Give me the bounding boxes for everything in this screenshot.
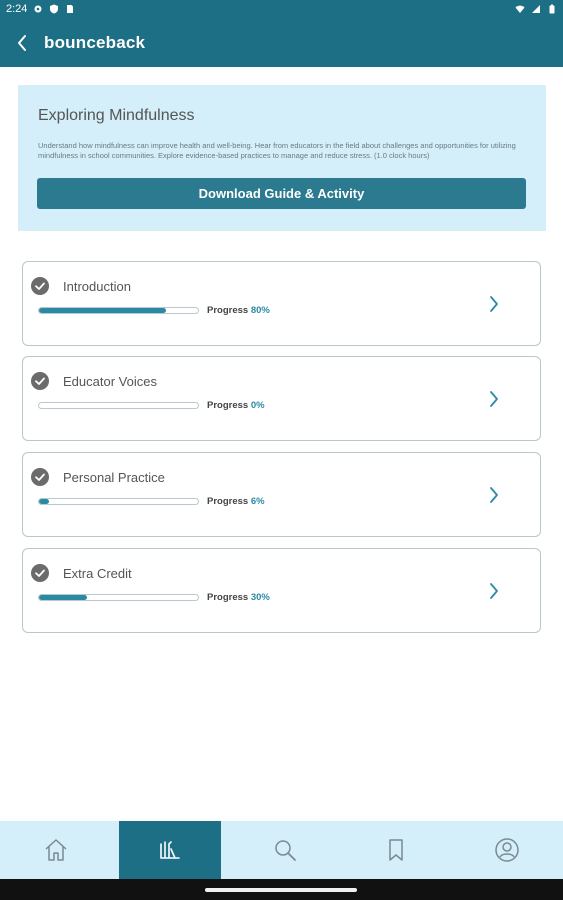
sim-card-icon bbox=[67, 5, 74, 13]
chevron-right-icon bbox=[490, 583, 498, 599]
chevron-right-icon bbox=[490, 296, 498, 312]
bookmark-icon bbox=[389, 839, 403, 861]
check-circle-icon bbox=[31, 564, 49, 582]
settings-icon bbox=[34, 5, 42, 13]
brand-logo: bounceback bbox=[44, 32, 146, 52]
home-gesture-handle[interactable] bbox=[205, 888, 357, 892]
home-icon bbox=[45, 839, 67, 861]
check-circle-icon bbox=[31, 468, 49, 486]
module-card-introduction[interactable]: Introduction Progress 80% bbox=[22, 261, 541, 346]
nav-profile[interactable] bbox=[452, 821, 563, 879]
download-guide-button[interactable]: Download Guide & Activity bbox=[37, 178, 526, 209]
progress-text: Progress 0% bbox=[207, 400, 265, 411]
module-card-extra-credit[interactable]: Extra Credit Progress 30% bbox=[22, 548, 541, 633]
progress-bar bbox=[38, 402, 199, 409]
battery-icon bbox=[549, 4, 555, 14]
progress-bar bbox=[38, 307, 199, 314]
course-description: Understand how mindfulness can improve h… bbox=[38, 141, 516, 160]
system-navigation-bar bbox=[0, 879, 563, 900]
status-time: 2:24 bbox=[6, 3, 28, 15]
status-bar: 2:24 bbox=[0, 0, 563, 18]
module-title: Extra Credit bbox=[63, 566, 132, 581]
module-title: Introduction bbox=[63, 279, 131, 294]
module-title: Educator Voices bbox=[63, 374, 157, 389]
check-circle-icon bbox=[31, 372, 49, 390]
check-circle-icon bbox=[31, 277, 49, 295]
progress-text: Progress 80% bbox=[207, 305, 270, 316]
back-button[interactable] bbox=[0, 18, 44, 67]
module-card-personal-practice[interactable]: Personal Practice Progress 6% bbox=[22, 452, 541, 537]
progress-text: Progress 30% bbox=[207, 592, 270, 603]
wifi-icon bbox=[515, 5, 525, 13]
course-title: Exploring Mindfulness bbox=[38, 107, 195, 124]
bottom-navigation bbox=[0, 821, 563, 879]
progress-bar bbox=[38, 594, 199, 601]
back-arrow-icon bbox=[18, 34, 26, 51]
app-bar: bounceback bbox=[0, 18, 563, 67]
nav-bookmarks[interactable] bbox=[341, 821, 452, 879]
chevron-right-icon bbox=[490, 391, 498, 407]
library-icon bbox=[160, 841, 181, 859]
course-info-card: Exploring Mindfulness Understand how min… bbox=[18, 85, 546, 231]
cell-signal-icon bbox=[532, 5, 540, 13]
module-title: Personal Practice bbox=[63, 470, 165, 485]
progress-bar bbox=[38, 498, 199, 505]
module-card-educator-voices[interactable]: Educator Voices Progress 0% bbox=[22, 356, 541, 441]
nav-home[interactable] bbox=[0, 821, 111, 879]
nav-library[interactable] bbox=[119, 821, 222, 879]
search-icon bbox=[275, 840, 296, 861]
nav-search[interactable] bbox=[229, 821, 340, 879]
shield-icon bbox=[50, 4, 59, 14]
progress-text: Progress 6% bbox=[207, 496, 265, 507]
profile-icon bbox=[495, 838, 520, 862]
chevron-right-icon bbox=[490, 487, 498, 503]
